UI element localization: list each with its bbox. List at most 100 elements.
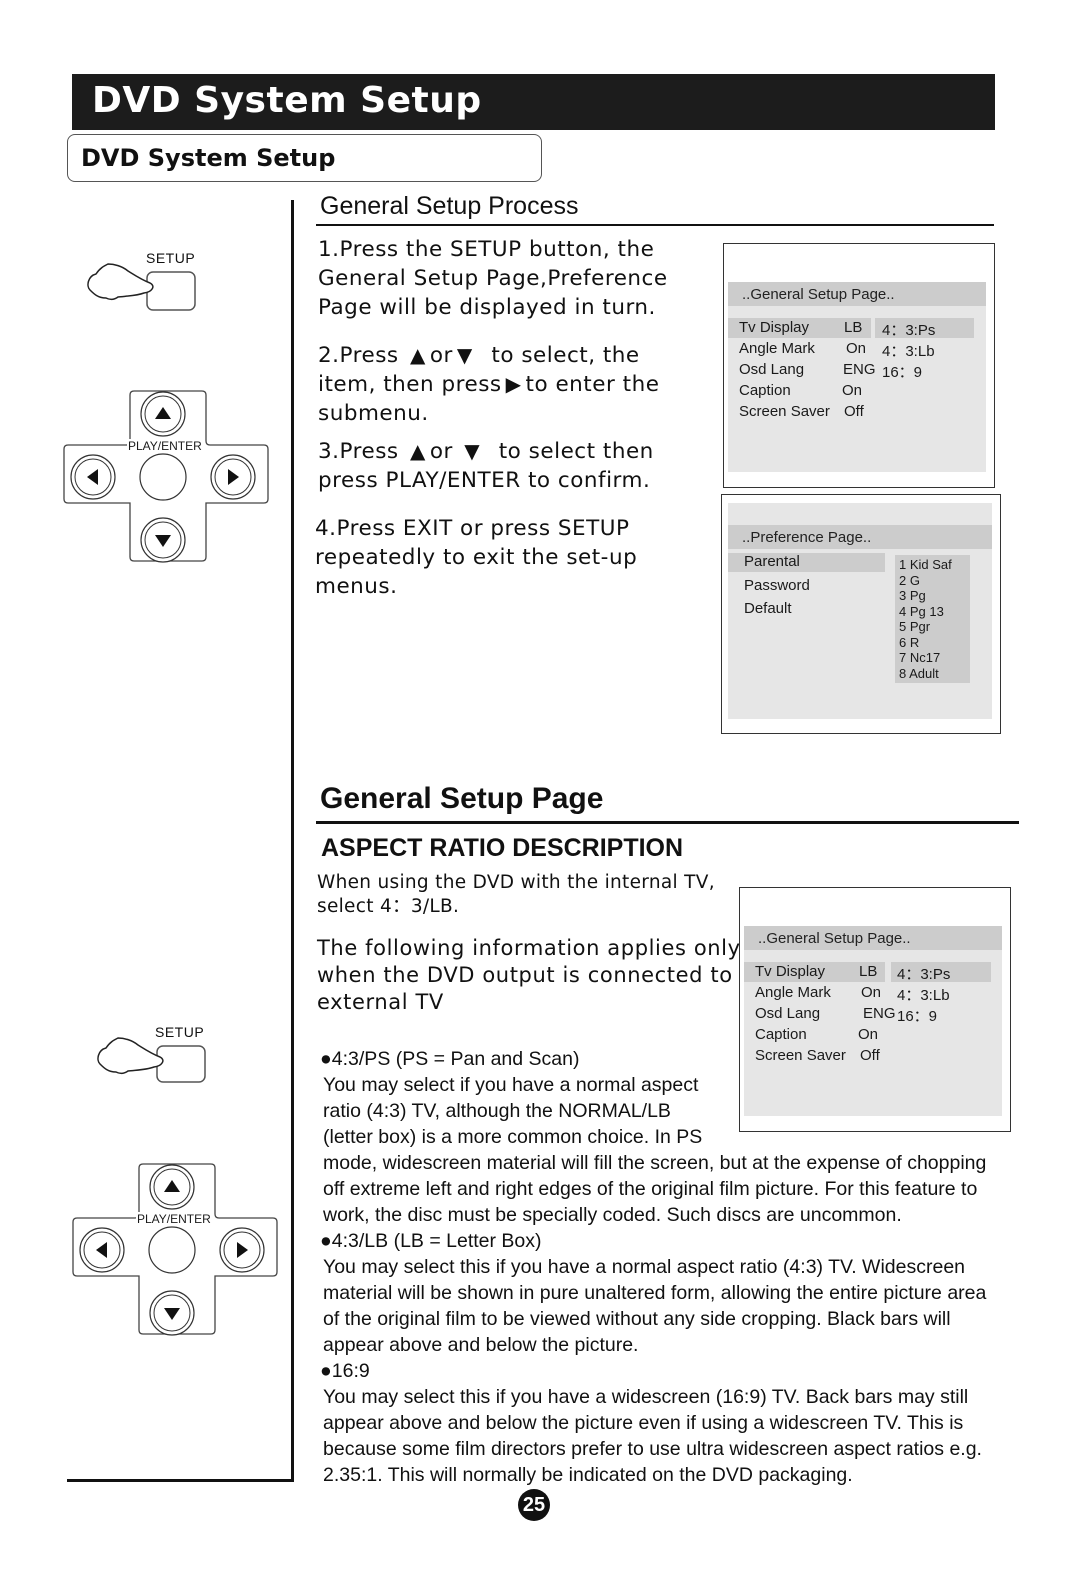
step-1-line: General Setup Page,Preference bbox=[318, 266, 668, 291]
option-line: material will be shown in pure unaltered… bbox=[323, 1282, 987, 1304]
option-ps-body: You may select if you have a normal aspe… bbox=[320, 1072, 1043, 1488]
option-line: You may select this if you have a widesc… bbox=[323, 1386, 969, 1408]
option-line: of the original film to be viewed withou… bbox=[323, 1308, 951, 1330]
osd-value: ENG bbox=[863, 1005, 896, 1022]
intro-paragraph: When using the DVD with the internal TV,… bbox=[317, 871, 715, 919]
osd-row-option: 16：9 bbox=[882, 361, 922, 382]
external-line: external TV bbox=[317, 990, 444, 1014]
rating-option: 7 Nc17 bbox=[899, 650, 941, 665]
osd-row-label: Screen Saver bbox=[755, 1047, 846, 1064]
step-text: 3.Press bbox=[318, 439, 399, 464]
osd-row-value: ENG bbox=[863, 1005, 896, 1022]
osd-row-label: Caption bbox=[739, 382, 791, 399]
option-line: because some film directors prefer to us… bbox=[323, 1438, 982, 1460]
process-heading: General Setup Process bbox=[320, 192, 579, 220]
step-4: 4.Press EXIT or press SETUP repeatedly t… bbox=[315, 514, 637, 601]
process-heading-rule bbox=[316, 224, 994, 226]
osd-pref-label: Default bbox=[744, 600, 792, 617]
osd-pref-item: Password bbox=[744, 577, 810, 594]
option-line: ratio (4:3) TV, although the NORMAL/LB bbox=[323, 1100, 671, 1122]
osd-row-value: On bbox=[858, 1026, 878, 1043]
step-3: 3.Press ▲ or ▼ to select then press PLAY/… bbox=[318, 437, 654, 495]
step-2-line: submenu. bbox=[318, 401, 429, 426]
osd-value: LB bbox=[859, 963, 878, 980]
option-title-text: 4:3/LB (LB = Letter Box) bbox=[331, 1230, 542, 1252]
osd-row-value: Off bbox=[844, 403, 864, 420]
osd-value: LB bbox=[844, 319, 863, 336]
osd-row: Tv Display bbox=[739, 319, 809, 336]
osd-value: Off bbox=[844, 403, 864, 420]
down-arrow-icon: ▼ bbox=[464, 439, 481, 463]
section-tab-label: DVD System Setup bbox=[81, 144, 336, 172]
step-1: 1.Press the SETUP button, the General Se… bbox=[318, 235, 668, 322]
osd-row: Osd Lang bbox=[755, 1005, 820, 1022]
osd-pref-item: Default bbox=[744, 600, 792, 617]
option-title: ●4:3/PS (PS = Pan and Scan) bbox=[320, 1046, 579, 1072]
step-4-line: 4.Press EXIT or press SETUP bbox=[315, 516, 630, 541]
option-ps: ●4:3/PS (PS = Pan and Scan) bbox=[320, 1046, 579, 1072]
option-title: ●16:9 bbox=[320, 1358, 1043, 1384]
osd-title-bar: ..General Setup Page.. bbox=[728, 282, 986, 306]
osd-title-bar: ..Preference Page.. bbox=[728, 525, 992, 549]
osd-row: Screen Saver bbox=[739, 403, 830, 420]
osd-row: Angle Mark bbox=[755, 984, 831, 1001]
osd-option: 4：3:Lb bbox=[897, 987, 950, 1004]
osd-row-option: 4：3:Lb bbox=[897, 984, 950, 1005]
option-line: 2.35:1. This will normally be indicated … bbox=[323, 1464, 853, 1486]
step-2: 2.Press ▲ or ▼ to select, the item, then p… bbox=[318, 341, 659, 428]
dpad-illustration-2: PLAY/ENTER bbox=[71, 1158, 279, 1340]
aspect-ratio-heading: ASPECT RATIO DESCRIPTION bbox=[321, 834, 684, 862]
step-2-line: item, then press ▶ to enter the bbox=[318, 370, 659, 399]
rating-option: 1 Kid Saf bbox=[899, 557, 952, 572]
osd-value: On bbox=[846, 340, 867, 357]
osd-row-option: 4：3:Ps bbox=[897, 963, 950, 984]
dpad-icon bbox=[72, 1163, 278, 1336]
step-text: to select, the bbox=[491, 343, 640, 368]
option-line: appear above and below the picture even … bbox=[323, 1412, 964, 1434]
osd-value: On bbox=[858, 1026, 879, 1043]
general-setup-rule bbox=[316, 821, 1019, 824]
external-line: when the DVD output is connected to an bbox=[317, 963, 768, 987]
osd-title-bar: ..General Setup Page.. bbox=[744, 926, 1002, 950]
osd-title: ..General Setup Page.. bbox=[758, 930, 911, 947]
osd-row-label: Tv Display bbox=[739, 319, 810, 336]
down-arrow-icon: ▼ bbox=[456, 343, 473, 367]
osd-option: 16：9 bbox=[882, 364, 923, 381]
section-tab: DVD System Setup bbox=[67, 134, 542, 182]
step-text: or bbox=[429, 343, 453, 368]
page-title: DVD System Setup bbox=[92, 80, 482, 121]
osd-option: 4：3:Ps bbox=[897, 966, 951, 983]
osd-value: On bbox=[861, 984, 882, 1001]
osd-row: Angle Mark bbox=[739, 340, 815, 357]
external-tv-paragraph: The following information applies only w… bbox=[317, 935, 767, 1016]
osd-row-value: LB bbox=[844, 319, 862, 336]
osd-row-option: 4：3:Lb bbox=[882, 340, 935, 361]
option-line: appear above and below the picture. bbox=[323, 1334, 639, 1356]
osd-row: Screen Saver bbox=[755, 1047, 846, 1064]
osd-pref-item: Parental bbox=[744, 553, 800, 570]
osd-row-label: Screen Saver bbox=[739, 403, 830, 420]
option-title: ●4:3/LB (LB = Letter Box) bbox=[320, 1228, 1043, 1254]
bullet-icon: ● bbox=[320, 1360, 332, 1382]
osd-title: ..General Setup Page.. bbox=[742, 286, 895, 303]
setup-button-illustration: SETUP bbox=[84, 246, 204, 314]
osd-row-value: ENG bbox=[843, 361, 876, 378]
step-2-line: 2.Press ▲ or ▼ to select, the bbox=[318, 341, 659, 370]
page-title-bar: DVD System Setup bbox=[72, 74, 995, 130]
osd-row: Tv Display bbox=[755, 963, 825, 980]
rating-list: 1 Kid Saf 2 G 3 Pg 4 Pg 13 5 Pgr 6 R 7 N… bbox=[895, 555, 970, 683]
osd-option: 4：3:Ps bbox=[882, 322, 936, 339]
option-line: (letter box) is a more common choice. In… bbox=[323, 1126, 703, 1148]
setup-button-illustration-2: SETUP bbox=[94, 1020, 214, 1088]
step-text: item, then press bbox=[318, 372, 502, 397]
osd-value: ENG bbox=[843, 361, 876, 378]
general-setup-heading: General Setup Page bbox=[320, 782, 604, 815]
osd-row-value: On bbox=[846, 340, 866, 357]
osd-row-label: Angle Mark bbox=[755, 984, 831, 1001]
rating-option: 4 Pg 13 bbox=[899, 603, 944, 619]
osd-row-label: Caption bbox=[755, 1026, 807, 1043]
play-enter-label: PLAY/ENTER bbox=[127, 439, 203, 453]
osd-pref-label: Password bbox=[744, 577, 810, 594]
osd-row-label: Osd Lang bbox=[755, 1005, 821, 1022]
intro-line: select 4：3/LB. bbox=[317, 896, 460, 917]
